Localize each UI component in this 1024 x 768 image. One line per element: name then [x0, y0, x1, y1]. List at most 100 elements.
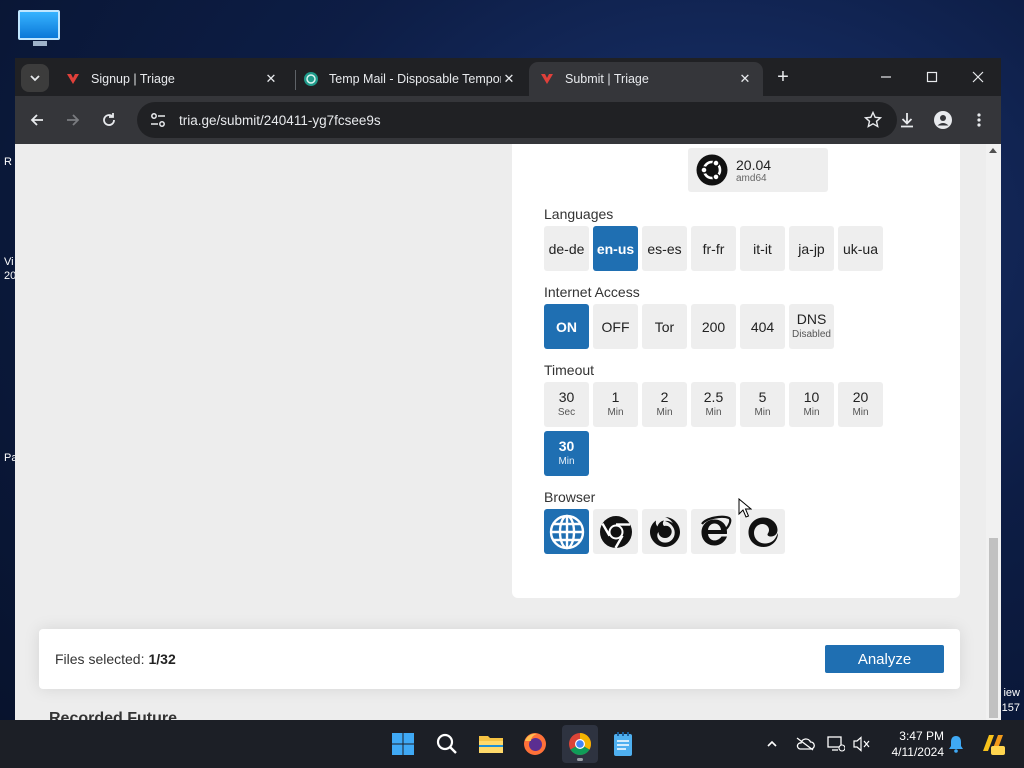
- maximize-button[interactable]: [909, 62, 955, 92]
- timeout-option[interactable]: 30 Min: [544, 431, 589, 476]
- notepad-icon: [614, 732, 632, 756]
- timeout-option[interactable]: 2.5 Min: [691, 382, 736, 427]
- close-icon[interactable]: ✕: [263, 71, 279, 87]
- new-tab-button[interactable]: +: [773, 66, 793, 88]
- windows-start-icon: [392, 733, 414, 755]
- taskbar-clock[interactable]: 3:47 PM 4/11/2024: [884, 728, 945, 760]
- page-scrollbar[interactable]: [986, 144, 1001, 720]
- monitor-icon: [18, 10, 60, 40]
- minimize-icon: [881, 76, 891, 78]
- minimize-button[interactable]: [863, 62, 909, 92]
- timeout-option[interactable]: 2 Min: [642, 382, 687, 427]
- language-option[interactable]: fr-fr: [691, 226, 736, 271]
- onedrive-tray-icon[interactable]: [795, 734, 815, 754]
- browser-options: [544, 509, 894, 554]
- copilot-preview-button[interactable]: [980, 734, 1006, 755]
- internet-access-label: Internet Access: [544, 284, 640, 300]
- language-option[interactable]: es-es: [642, 226, 687, 271]
- option-main: 10: [803, 388, 820, 405]
- timeout-option[interactable]: 1 Min: [593, 382, 638, 427]
- timeout-option[interactable]: 20 Min: [838, 382, 883, 427]
- close-icon[interactable]: ✕: [501, 71, 517, 87]
- profile-button[interactable]: [929, 106, 957, 134]
- arrow-right-icon: [67, 114, 80, 126]
- triage-icon: [539, 71, 555, 87]
- start-button[interactable]: [388, 729, 418, 759]
- network-tray-icon[interactable]: [826, 734, 846, 754]
- tab-signup-triage[interactable]: Signup | Triage ✕: [55, 62, 289, 96]
- back-button[interactable]: [23, 106, 51, 134]
- desktop-edge-text: iew: [1003, 687, 1020, 699]
- clock-date: 4/11/2024: [891, 745, 945, 759]
- this-pc-desktop-icon[interactable]: [18, 10, 62, 50]
- chrome-menu-button[interactable]: [965, 106, 993, 134]
- file-explorer-icon: [479, 736, 503, 753]
- triage-icon: [65, 71, 81, 87]
- edge-icon: [748, 517, 778, 547]
- browser-option-default[interactable]: [544, 509, 589, 554]
- language-option[interactable]: de-de: [544, 226, 589, 271]
- language-option[interactable]: en-us: [593, 226, 638, 271]
- option-main: 2.5: [703, 388, 724, 405]
- volume-tray-icon[interactable]: [852, 734, 872, 754]
- close-icon[interactable]: ✕: [737, 71, 753, 87]
- os-option-ubuntu[interactable]: 20.04 amd64: [688, 148, 828, 192]
- taskbar-chrome[interactable]: [562, 725, 598, 763]
- tab-submit-triage[interactable]: Submit | Triage ✕: [529, 62, 763, 96]
- os-version: 20.04: [736, 156, 772, 173]
- option-sub: Min: [607, 406, 624, 418]
- arrow-left-icon: [30, 114, 43, 126]
- submission-options-card: 20.04 amd64 Languages de-de en-us es-es …: [512, 144, 960, 598]
- reload-button[interactable]: [95, 106, 123, 134]
- close-window-button[interactable]: [955, 62, 1001, 92]
- internet-option-404[interactable]: 404: [740, 304, 785, 349]
- taskbar-firefox[interactable]: [520, 729, 550, 759]
- tab-search-button[interactable]: [21, 64, 49, 92]
- timeout-option[interactable]: 10 Min: [789, 382, 834, 427]
- scrollbar-thumb[interactable]: [989, 538, 998, 718]
- languages-label: Languages: [544, 206, 614, 222]
- option-sub: Min: [656, 406, 673, 418]
- address-bar[interactable]: tria.ge/submit/240411-yg7fcsee9s: [137, 102, 897, 138]
- taskbar-notepad[interactable]: [608, 729, 638, 759]
- browser-option-chrome[interactable]: [593, 509, 638, 554]
- option-sub: Min: [803, 406, 820, 418]
- internet-option-off[interactable]: OFF: [593, 304, 638, 349]
- taskbar-search-button[interactable]: [432, 729, 462, 759]
- notifications-button[interactable]: [946, 734, 966, 754]
- internet-option-dns[interactable]: DNS Disabled: [789, 304, 834, 349]
- bookmark-star-icon[interactable]: [863, 110, 883, 130]
- scroll-up-arrow-icon[interactable]: [989, 148, 997, 153]
- browser-option-internet-explorer[interactable]: [691, 509, 736, 554]
- language-option[interactable]: ja-jp: [789, 226, 834, 271]
- language-option[interactable]: uk-ua: [838, 226, 883, 271]
- globe-icon: [549, 514, 584, 549]
- forward-button[interactable]: [59, 106, 87, 134]
- downloads-button[interactable]: [893, 106, 921, 134]
- recorded-future-footer-text: Recorded Future: [49, 710, 178, 720]
- site-info-icon[interactable]: [149, 111, 167, 129]
- tab-title: Temp Mail - Disposable Tempor: [329, 72, 501, 86]
- tab-temp-mail[interactable]: Temp Mail - Disposable Tempor ✕: [293, 62, 527, 96]
- timeout-label: Timeout: [544, 362, 595, 378]
- option-main: 30: [558, 437, 575, 454]
- browser-option-firefox[interactable]: [642, 509, 687, 554]
- option-main: 200: [701, 318, 726, 335]
- internet-option-on[interactable]: ON: [544, 304, 589, 349]
- internet-option-tor[interactable]: Tor: [642, 304, 687, 349]
- chevron-up-icon: [767, 740, 777, 747]
- chrome-window: Signup | Triage ✕ Temp Mail - Disposable…: [15, 58, 1001, 720]
- timeout-option[interactable]: 30 Sec: [544, 382, 589, 427]
- timeout-option[interactable]: 5 Min: [740, 382, 785, 427]
- option-sub: Min: [705, 406, 722, 418]
- copilot-icon: [983, 735, 1005, 755]
- show-hidden-icons-button[interactable]: [762, 734, 782, 754]
- option-main: Tor: [654, 318, 675, 335]
- option-main: 20: [852, 388, 869, 405]
- internet-option-200[interactable]: 200: [691, 304, 736, 349]
- tab-title: Signup | Triage: [91, 72, 175, 86]
- tab-strip: Signup | Triage ✕ Temp Mail - Disposable…: [15, 58, 1001, 96]
- language-option[interactable]: it-it: [740, 226, 785, 271]
- analyze-button[interactable]: Analyze: [825, 645, 944, 673]
- taskbar-file-explorer[interactable]: [476, 729, 506, 759]
